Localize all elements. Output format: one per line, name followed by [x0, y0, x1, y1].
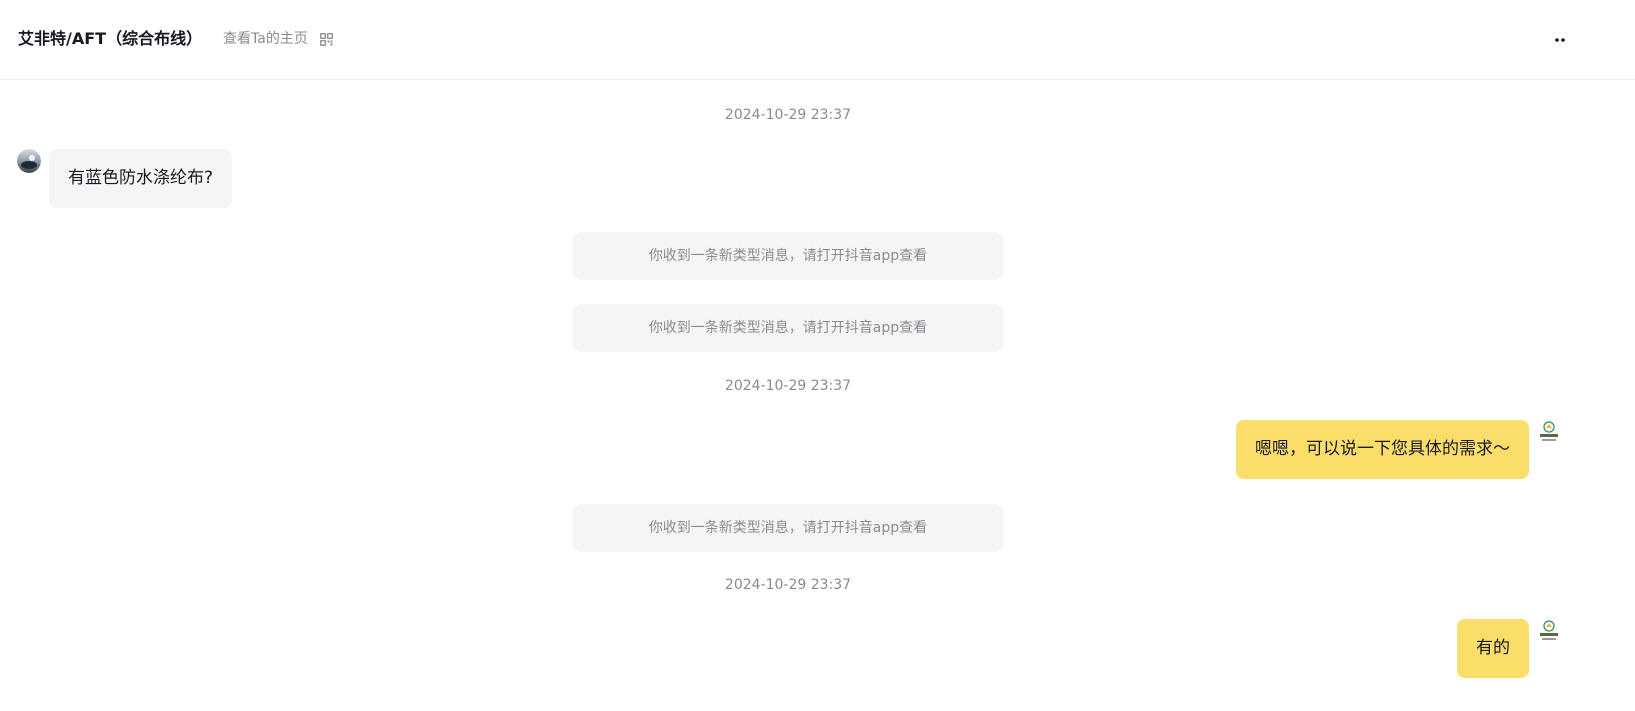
chat-header: 艾非特/AFT（综合布线） 查看Ta的主页 — [0, 0, 1635, 80]
system-notice: 你收到一条新类型消息，请打开抖音app查看 — [573, 304, 1003, 352]
more-dots-icon[interactable] — [1553, 33, 1567, 47]
brand-logo-icon — [1537, 420, 1561, 444]
view-profile-link[interactable]: 查看Ta的主页 — [223, 29, 308, 49]
system-notice: 你收到一条新类型消息，请打开抖音app查看 — [573, 232, 1003, 280]
message-timestamp: 2024-10-29 23:37 — [724, 107, 852, 123]
outgoing-message-bubble[interactable]: 嗯嗯，可以说一下您具体的需求～ — [1236, 420, 1529, 479]
own-avatar[interactable] — [1537, 619, 1561, 643]
contact-avatar[interactable] — [17, 149, 41, 173]
incoming-message-bubble[interactable]: 有蓝色防水涤纶布? — [49, 149, 233, 208]
qr-code-icon[interactable] — [320, 33, 333, 46]
avatar-image-icon — [17, 149, 41, 173]
own-avatar[interactable] — [1537, 420, 1561, 444]
system-notice: 你收到一条新类型消息，请打开抖音app查看 — [573, 504, 1003, 552]
outgoing-message-bubble[interactable]: 有的 — [1457, 619, 1529, 678]
chat-window: 艾非特/AFT（综合布线） 查看Ta的主页 2024-10-29 23:37 有… — [0, 0, 1635, 711]
brand-logo-icon — [1537, 619, 1561, 643]
message-timestamp: 2024-10-29 23:37 — [724, 378, 852, 394]
chat-title: 艾非特/AFT（综合布线） — [18, 29, 203, 48]
message-timestamp: 2024-10-29 23:37 — [724, 577, 852, 593]
